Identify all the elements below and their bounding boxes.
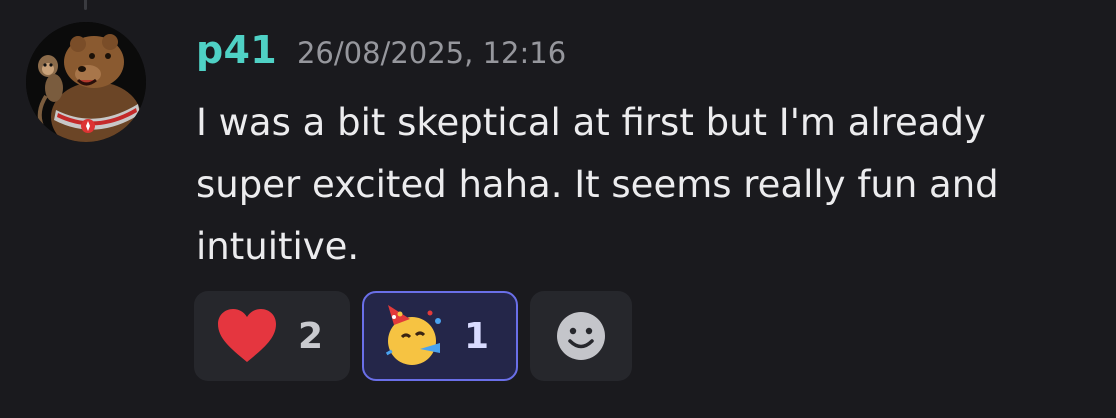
smiley-add-reaction-icon	[555, 310, 607, 362]
reaction-count: 2	[298, 315, 324, 357]
party-face-icon	[380, 303, 446, 369]
reaction-heart-button[interactable]: 2	[194, 291, 350, 381]
username[interactable]: p41	[196, 28, 277, 72]
message-text: I was a bit skeptical at first but I'm a…	[196, 101, 999, 268]
add-reaction-button[interactable]	[530, 291, 632, 381]
message-header: p41 26/08/2025, 12:16	[196, 28, 566, 76]
reactions-bar: 2 1	[194, 291, 632, 381]
reaction-count: 1	[464, 315, 490, 357]
bear-monkey-avatar-icon	[26, 22, 146, 142]
heart-icon	[216, 308, 278, 364]
timestamp: 26/08/2025, 12:16	[296, 36, 567, 70]
chat-message: p41 26/08/2025, 12:16 I was a bit skepti…	[0, 0, 1116, 418]
reaction-party-button[interactable]: 1	[362, 291, 518, 381]
avatar[interactable]	[26, 22, 146, 142]
